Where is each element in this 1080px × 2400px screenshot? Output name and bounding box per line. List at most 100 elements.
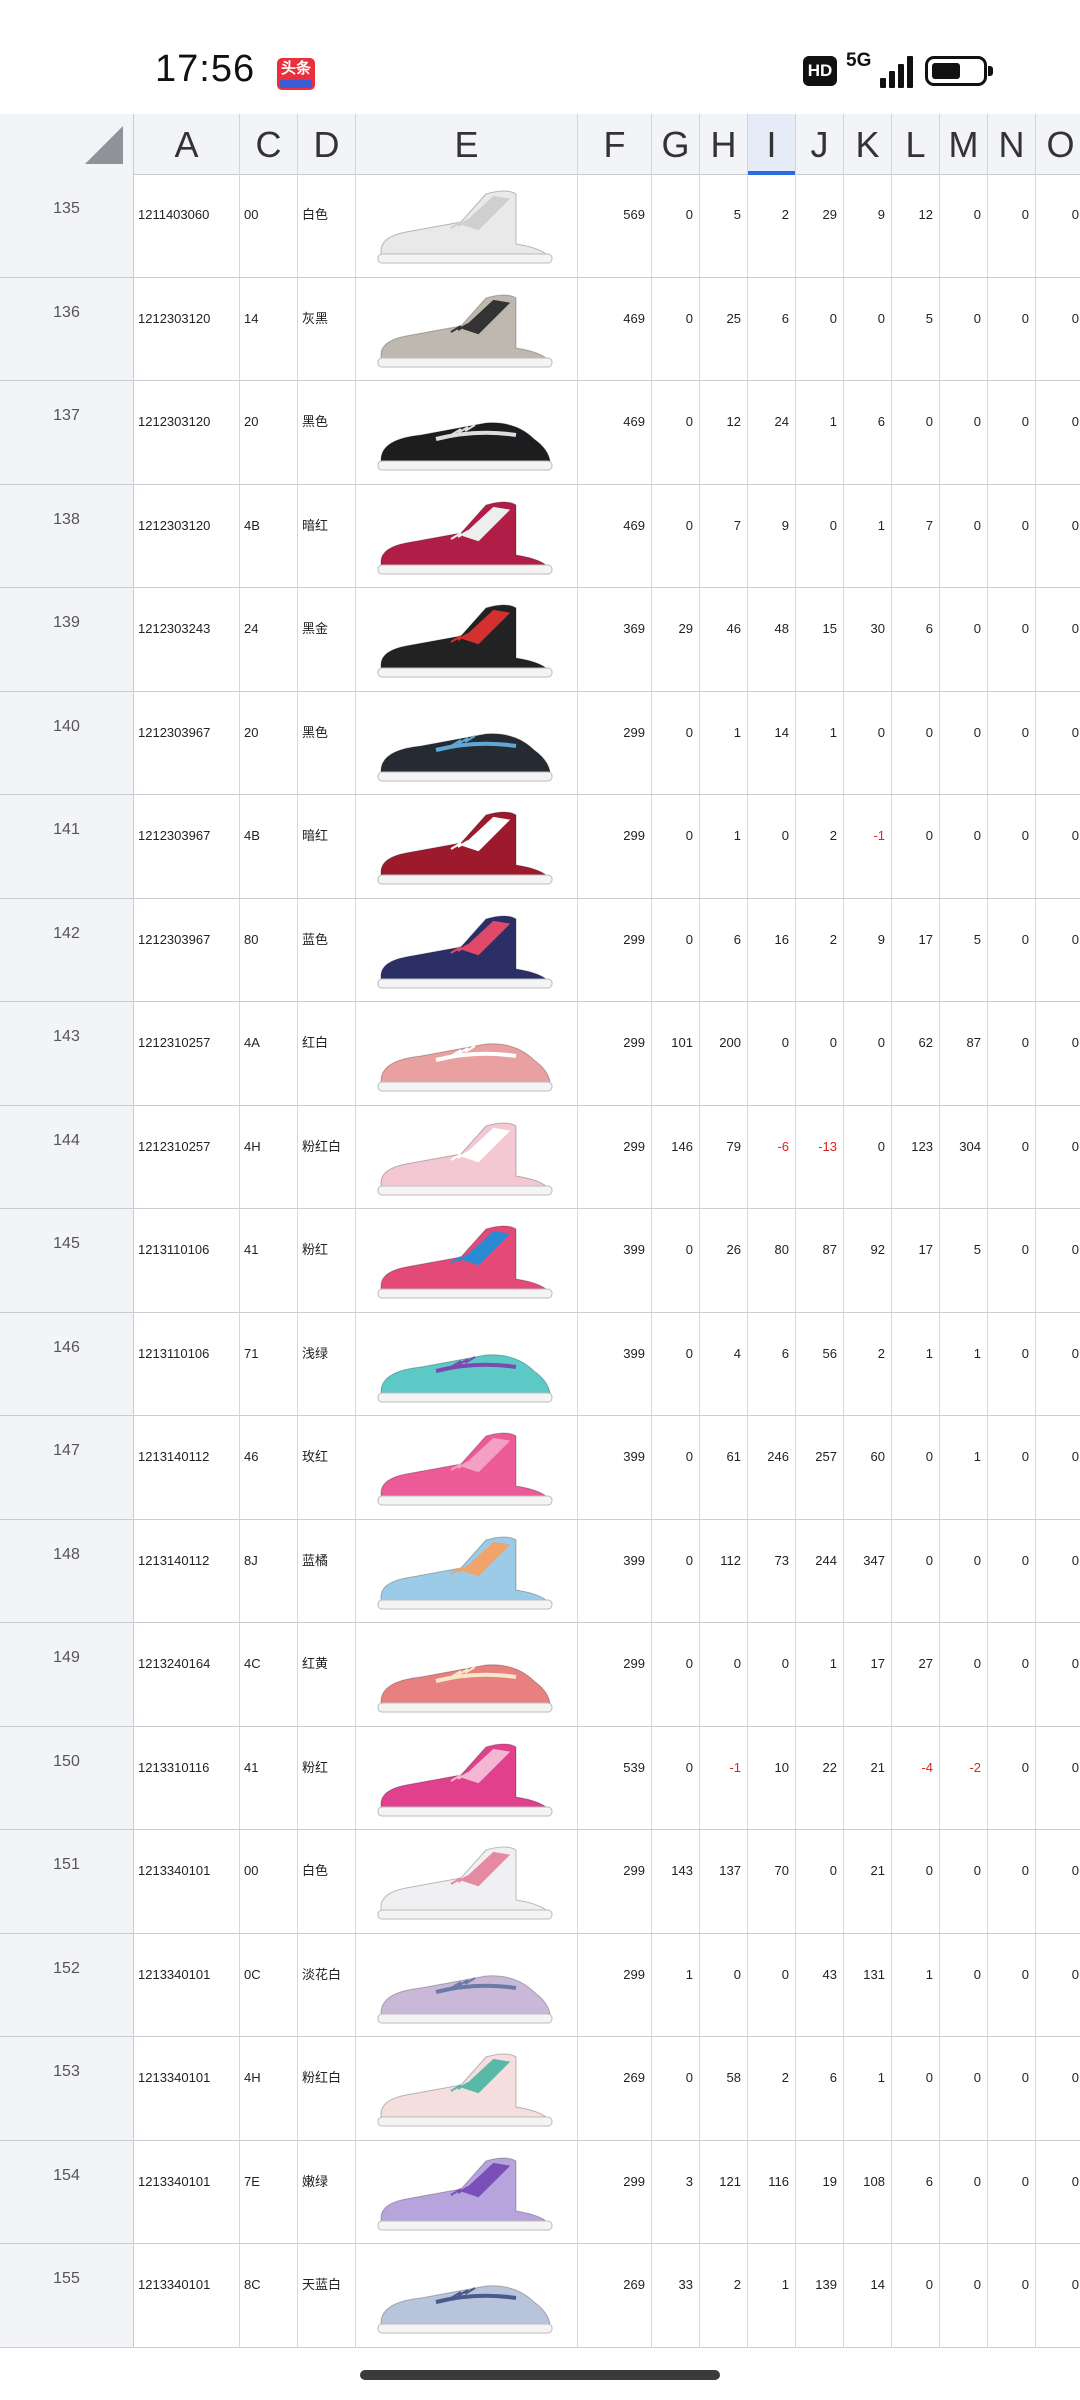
cell-h[interactable]: 2 xyxy=(700,2244,748,2347)
cell-i[interactable]: 0 xyxy=(748,1933,796,2036)
cell-d[interactable]: 黑色 xyxy=(298,691,356,794)
cell-i[interactable]: 0 xyxy=(748,795,796,898)
cell-g[interactable]: 0 xyxy=(652,381,700,484)
cell-g[interactable]: 1 xyxy=(652,1933,700,2036)
cell-i[interactable]: 246 xyxy=(748,1416,796,1519)
cell-shoe-image[interactable] xyxy=(356,174,578,277)
cell-k[interactable]: 92 xyxy=(844,1209,892,1312)
cell-a[interactable]: 1213340101 xyxy=(134,2037,240,2140)
cell-a[interactable]: 1213340101 xyxy=(134,2140,240,2243)
cell-n[interactable]: 0 xyxy=(988,1312,1036,1415)
cell-shoe-image[interactable] xyxy=(356,1830,578,1933)
cell-shoe-image[interactable] xyxy=(356,898,578,1001)
cell-h[interactable]: 25 xyxy=(700,277,748,380)
spreadsheet-grid[interactable]: ACDEFGHIJKLMNO 135 1211403060 00 白色 569 0 5 2 29… xyxy=(0,114,1080,2350)
cell-o[interactable]: 0 xyxy=(1036,1520,1080,1623)
cell-c[interactable]: 4H xyxy=(240,2037,298,2140)
cell-l[interactable]: 1 xyxy=(892,1312,940,1415)
cell-l[interactable]: 0 xyxy=(892,1416,940,1519)
cell-m[interactable]: 0 xyxy=(940,381,988,484)
cell-n[interactable]: 0 xyxy=(988,1830,1036,1933)
cell-n[interactable]: 0 xyxy=(988,1002,1036,1105)
column-header-c[interactable]: C xyxy=(240,114,298,174)
cell-g[interactable]: 0 xyxy=(652,1519,700,1622)
cell-j[interactable]: 15 xyxy=(796,588,844,691)
cell-n[interactable]: 0 xyxy=(988,691,1036,794)
row-number[interactable]: 144 xyxy=(0,1105,134,1208)
cell-shoe-image[interactable] xyxy=(356,1105,578,1208)
cell-h[interactable]: 46 xyxy=(700,588,748,691)
cell-c[interactable]: 8J xyxy=(240,1519,298,1622)
cell-g[interactable]: 101 xyxy=(652,1002,700,1105)
cell-a[interactable]: 1212310257 xyxy=(134,1105,240,1208)
row-number[interactable]: 142 xyxy=(0,898,134,1001)
cell-m[interactable]: 304 xyxy=(940,1105,988,1208)
cell-h[interactable]: 137 xyxy=(700,1830,748,1933)
cell-a[interactable]: 1213140112 xyxy=(134,1416,240,1519)
cell-h[interactable]: 61 xyxy=(700,1416,748,1519)
cell-m[interactable]: 1 xyxy=(940,1416,988,1519)
cell-m[interactable]: 0 xyxy=(940,2037,988,2140)
column-header-h[interactable]: H xyxy=(700,114,748,174)
cell-f[interactable]: 299 xyxy=(578,795,652,898)
cell-j[interactable]: 19 xyxy=(796,2140,844,2243)
cell-g[interactable]: 0 xyxy=(652,277,700,380)
cell-c[interactable]: 0C xyxy=(240,1933,298,2036)
cell-n[interactable]: 0 xyxy=(988,484,1036,587)
cell-m[interactable]: 0 xyxy=(940,1933,988,2036)
cell-i[interactable]: 116 xyxy=(748,2140,796,2243)
cell-f[interactable]: 299 xyxy=(578,691,652,794)
cell-d[interactable]: 浅绿 xyxy=(298,1312,356,1415)
cell-d[interactable]: 蓝橘 xyxy=(298,1519,356,1622)
cell-f[interactable]: 299 xyxy=(578,1623,652,1726)
cell-j[interactable]: 2 xyxy=(796,795,844,898)
cell-shoe-image[interactable] xyxy=(356,1209,578,1312)
cell-l[interactable]: 0 xyxy=(892,1830,940,1933)
cell-i[interactable]: 80 xyxy=(748,1209,796,1312)
cell-c[interactable]: 14 xyxy=(240,277,298,380)
cell-k[interactable]: -1 xyxy=(844,795,892,898)
cell-d[interactable]: 玫红 xyxy=(298,1416,356,1519)
cell-c[interactable]: 20 xyxy=(240,381,298,484)
row-number[interactable]: 138 xyxy=(0,484,134,587)
cell-k[interactable]: 30 xyxy=(844,588,892,691)
cell-shoe-image[interactable] xyxy=(356,1933,578,2036)
cell-f[interactable]: 299 xyxy=(578,1105,652,1208)
cell-n[interactable]: 0 xyxy=(988,2140,1036,2243)
cell-shoe-image[interactable] xyxy=(356,691,578,794)
cell-o[interactable]: 0 xyxy=(1036,899,1080,1002)
cell-f[interactable]: 299 xyxy=(578,898,652,1001)
cell-h[interactable]: 0 xyxy=(700,1933,748,2036)
cell-shoe-image[interactable] xyxy=(356,1726,578,1829)
cell-c[interactable]: 7E xyxy=(240,2140,298,2243)
cell-i[interactable]: 16 xyxy=(748,898,796,1001)
cell-a[interactable]: 1213340101 xyxy=(134,1830,240,1933)
cell-n[interactable]: 0 xyxy=(988,1105,1036,1208)
cell-c[interactable]: 80 xyxy=(240,898,298,1001)
cell-n[interactable]: 0 xyxy=(988,1519,1036,1622)
cell-k[interactable]: 9 xyxy=(844,898,892,1001)
cell-c[interactable]: 41 xyxy=(240,1209,298,1312)
row-number[interactable]: 146 xyxy=(0,1312,134,1415)
cell-l[interactable]: 6 xyxy=(892,588,940,691)
cell-m[interactable]: 0 xyxy=(940,588,988,691)
cell-i[interactable]: 6 xyxy=(748,1312,796,1415)
cell-h[interactable]: 6 xyxy=(700,898,748,1001)
row-number[interactable]: 150 xyxy=(0,1726,134,1829)
cell-d[interactable]: 粉红白 xyxy=(298,1105,356,1208)
cell-f[interactable]: 299 xyxy=(578,1830,652,1933)
cell-j[interactable]: -13 xyxy=(796,1105,844,1208)
cell-j[interactable]: 22 xyxy=(796,1726,844,1829)
cell-shoe-image[interactable] xyxy=(356,1519,578,1622)
cell-f[interactable]: 399 xyxy=(578,1312,652,1415)
cell-l[interactable]: 0 xyxy=(892,381,940,484)
cell-g[interactable]: 146 xyxy=(652,1105,700,1208)
cell-d[interactable]: 嫩绿 xyxy=(298,2140,356,2243)
cell-l[interactable]: 6 xyxy=(892,2140,940,2243)
cell-o[interactable]: 0 xyxy=(1036,1313,1080,1416)
cell-n[interactable]: 0 xyxy=(988,1623,1036,1726)
cell-k[interactable]: 0 xyxy=(844,691,892,794)
cell-h[interactable]: 79 xyxy=(700,1105,748,1208)
cell-j[interactable]: 257 xyxy=(796,1416,844,1519)
cell-i[interactable]: 6 xyxy=(748,277,796,380)
